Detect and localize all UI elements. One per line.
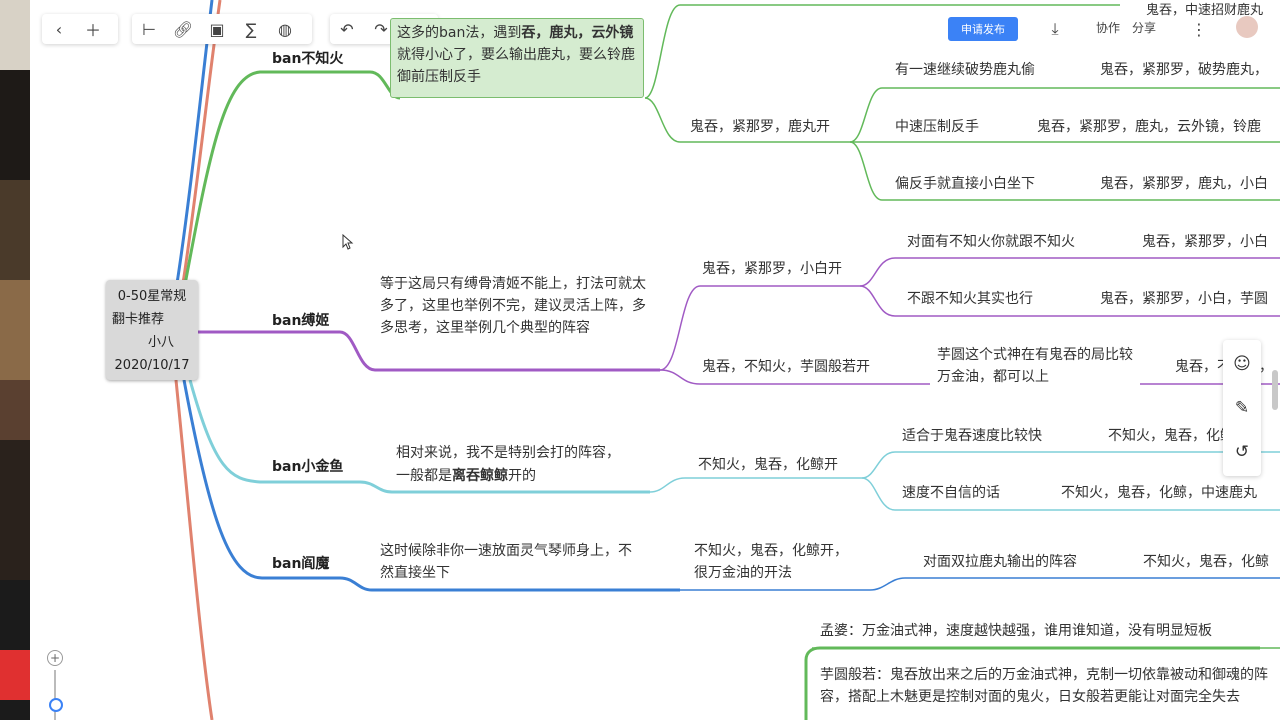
sub-node[interactable]: 不知火，鬼吞，化鲸开，很万金油的开法 xyxy=(694,540,860,584)
note-node[interactable]: 这时候除非你一速放面灵气琴师身上，不然直接坐下 xyxy=(380,540,642,584)
download-icon[interactable]: ⤓ xyxy=(1038,14,1072,44)
zoom-handle[interactable] xyxy=(49,698,63,712)
leaf-detail[interactable]: 不知火，鬼吞，化鲸 xyxy=(1143,551,1269,573)
note-selected-node[interactable]: 这多的ban法，遇到吞，鹿丸，云外镜就得小心了，要么输出鹿丸，要么铃鹿御前压制反… xyxy=(390,18,644,98)
leaf-node[interactable]: 芋圆这个式神在有鬼吞的局比较万金油，都可以上 xyxy=(937,344,1133,388)
leaf-detail[interactable]: 鬼吞，紧那罗，鹿丸，小白 xyxy=(1100,173,1268,195)
zoom-track[interactable] xyxy=(54,670,56,720)
leaf-node[interactable]: 对面有不知火你就跟不知火 xyxy=(907,231,1075,253)
insert-toolbar: ⊢ 🔗︎ ▣ ∑ ◍ xyxy=(132,14,312,44)
note-text: 一般都是 xyxy=(396,468,452,484)
leaf-detail[interactable]: 鬼吞，紧那罗，鹿丸，云外镜，铃鹿 xyxy=(1037,116,1261,138)
leaf-detail[interactable]: 不知火，鬼吞，化鲸，中速鹿丸 xyxy=(1061,482,1257,504)
branch-ban-xiaojinyu[interactable]: ban小金鱼 xyxy=(272,456,343,476)
zoom-control: + xyxy=(46,648,64,720)
leaf-node[interactable]: 速度不自信的话 xyxy=(902,482,1000,504)
emoji-icon[interactable]: ☺ xyxy=(1232,354,1252,374)
branch-ban-buzhihuo[interactable]: ban不知火 xyxy=(272,48,343,68)
branch-ban-fuji[interactable]: ban缚姬 xyxy=(272,310,329,330)
leaf-detail[interactable]: 鬼吞，紧那罗，小白，芋圆 xyxy=(1100,288,1268,310)
note-bold-c: 云外镜 xyxy=(591,25,634,41)
note-line-2[interactable]: 一般都是离吞鲸鲸开的 xyxy=(396,465,536,487)
leaf-node[interactable]: 有一速继续破势鹿丸偷 xyxy=(895,59,1035,81)
side-panel: ☺ ✎ ↺ xyxy=(1223,340,1261,476)
root-title-1: 0-50星常规 xyxy=(117,289,187,304)
back-icon[interactable]: ‹ xyxy=(42,14,76,44)
collab-button[interactable]: 协作 xyxy=(1096,19,1120,36)
leaf-node[interactable]: 适合于鬼吞速度比较快 xyxy=(902,425,1042,447)
sub-node[interactable]: 不知火，鬼吞，化鲸开 xyxy=(698,454,838,476)
sub-node[interactable]: 鬼吞，紧那罗，小白开 xyxy=(702,258,842,280)
root-node[interactable]: 0-50星常规 翻卡推荐 小八 2020/10/17 xyxy=(106,280,198,380)
nav-toolbar: ‹ ＋ xyxy=(42,14,118,44)
history-icon[interactable]: ↺ xyxy=(1232,442,1252,462)
vertical-scrollbar[interactable] xyxy=(1272,370,1278,410)
root-title-2: 翻卡推荐 xyxy=(112,312,165,327)
note-prefix: 这 xyxy=(397,25,411,41)
note-node[interactable]: 等于这局只有缚骨清姬不能上，打法可就太多了，这里也举例不完，建议灵活上阵，多多思… xyxy=(380,273,648,339)
leaf-node[interactable]: 中速压制反手 xyxy=(895,116,979,138)
root-author: 小八 xyxy=(147,335,174,350)
bottom-node-mengpo[interactable]: 孟婆：万金油式神，速度越快越强，谁用谁知道，没有明显短板 xyxy=(820,620,1212,642)
structure-icon[interactable]: ⊢ xyxy=(132,14,166,44)
mouse-cursor-icon xyxy=(342,234,354,250)
leaf-detail[interactable]: 鬼吞，紧那罗，破势鹿丸， xyxy=(1100,59,1268,81)
zoom-in-icon[interactable]: + xyxy=(47,650,63,666)
edit-icon[interactable]: ✎ xyxy=(1232,398,1252,418)
link-icon[interactable]: 🔗︎ xyxy=(166,14,200,44)
leaf-detail[interactable]: 鬼吞，紧那罗，小白 xyxy=(1142,231,1268,253)
partial-top-node: 鬼吞，中速招财鹿丸 xyxy=(1146,3,1264,18)
formula-icon[interactable]: ∑ xyxy=(234,14,268,44)
note-text: 开的 xyxy=(508,468,536,484)
note-d: 就得小心了，要么输出鹿丸，要么铃鹿御前压制反手 xyxy=(397,47,635,85)
note-bold: 离吞鲸鲸 xyxy=(452,468,508,484)
palette-icon[interactable]: ◍ xyxy=(268,14,302,44)
note-a: 多的ban法，遇到 xyxy=(411,25,522,41)
plus-icon[interactable]: ＋ xyxy=(76,14,110,44)
branch-ban-yanmo[interactable]: ban阎魔 xyxy=(272,553,329,573)
publish-button[interactable]: 申请发布 xyxy=(948,17,1018,41)
leaf-node[interactable]: 不跟不知火其实也行 xyxy=(907,288,1033,310)
note-bold-b: 吞，鹿丸， xyxy=(521,25,592,41)
sub-node[interactable]: 鬼吞，不知火，芋圆般若开 xyxy=(702,356,870,378)
image-icon[interactable]: ▣ xyxy=(200,14,234,44)
leaf-node[interactable]: 对面双拉鹿丸输出的阵容 xyxy=(923,551,1077,573)
sub-node[interactable]: 鬼吞，紧那罗，鹿丸开 xyxy=(690,116,830,138)
undo-icon[interactable]: ↶ xyxy=(330,14,364,44)
note-line-1[interactable]: 相对来说，我不是特别会打的阵容， xyxy=(396,442,620,464)
bottom-node-yuyuan[interactable]: 芋圆般若：鬼吞放出来之后的万金油式神，克制一切依靠被动和御魂的阵容，搭配上木魅更… xyxy=(820,664,1272,708)
leaf-node[interactable]: 偏反手就直接小白坐下 xyxy=(895,173,1035,195)
root-date: 2020/10/17 xyxy=(114,358,190,373)
